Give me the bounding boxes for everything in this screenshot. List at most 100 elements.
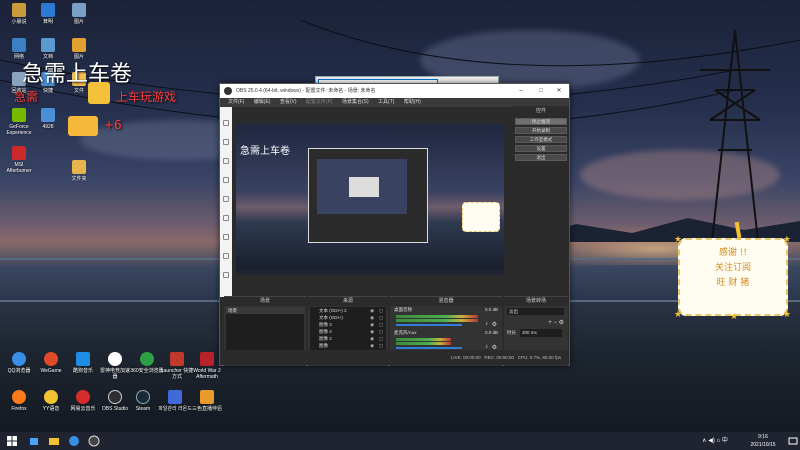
eye-icon[interactable]: ◉ [370,328,374,335]
eye-icon[interactable]: ◉ [370,321,374,328]
desktop-icon[interactable]: Steam [126,390,160,412]
star-icon: ★ [674,309,683,319]
lock-icon[interactable]: ▢ [379,342,383,349]
desktop-icon[interactable]: Firefox [2,390,36,412]
source-item[interactable]: 图像 ◉ ▢ [310,342,386,349]
desktop-icon[interactable]: 茸明 [31,3,65,25]
duration-input[interactable]: 300 ms [520,329,562,337]
eye-icon[interactable]: ◉ [370,342,374,349]
lock-icon[interactable]: ▢ [379,321,383,328]
notification-icon[interactable] [788,435,798,447]
wegame-icon [44,352,58,366]
desktop-icon[interactable]: 图片 [62,3,96,25]
obs-window[interactable]: OBS 25.0.4 (64-bit, windows) - 配置文件: 未命名… [219,83,570,366]
tool-icon[interactable] [223,234,229,240]
desktop-icon[interactable]: 4928 [31,108,65,130]
settings-button[interactable]: 设置 [515,145,567,152]
start-recording-button[interactable]: 开始录制 [515,127,567,134]
desktop-icon[interactable]: 파일관리 라온드 [158,390,192,412]
source-item[interactable]: 图像 4 ◉ ▢ [310,328,386,335]
source-item[interactable]: 文本 (GDI+) ◉ ▢ [310,314,386,321]
desktop-icon[interactable]: 酷狗音乐 [66,352,100,374]
maximize-button[interactable]: □ [533,84,549,98]
tool-icon[interactable] [223,215,229,221]
minimize-button[interactable]: – [513,84,529,98]
obs-titlebar[interactable]: OBS 25.0.4 (64-bit, windows) - 配置文件: 未命名… [220,84,569,98]
clock[interactable]: 9:16 2021/10/15 [742,432,784,450]
menu-help[interactable]: 帮助(H) [404,98,421,107]
menu-view[interactable]: 查看(V) [280,98,297,107]
desktop-icon[interactable]: YY语音 [34,390,68,412]
desktop-icon[interactable]: Launcher 快捷方式 [160,352,194,380]
banner-count: +6 [104,118,122,132]
gear-icon[interactable]: ⚙ [559,320,564,326]
desktop-icon-label: 酷狗音乐 [72,368,93,374]
obs-taskbar-icon[interactable] [88,435,100,447]
desktop-icon[interactable]: 雷神电竞加速器 [98,352,132,380]
lock-icon[interactable]: ▢ [379,314,383,321]
close-button[interactable]: ✕ [551,84,567,98]
transition-select[interactable]: 淡出 [507,308,564,315]
desktop-icon-label: MSI Afterburner [6,162,32,174]
source-label: 文本 (GDI+) [319,315,343,320]
tool-icon[interactable] [223,139,229,145]
source-item[interactable]: 图像 3 ◉ ▢ [310,321,386,328]
file-explorer-icon[interactable] [48,435,60,447]
eye-icon[interactable]: ◉ [370,335,374,342]
tool-icon[interactable] [223,177,229,183]
desktop-icon-label: 网易云音乐 [70,406,96,412]
thank-you-card: 感谢 !! 关注订阅 旺 财 猪 ★ ★ ★ ★ ★ [674,234,791,321]
source-item[interactable]: 图像 2 ◉ ▢ [310,335,386,342]
tool-icon[interactable] [223,272,229,278]
volume-icon[interactable]: ◀) [708,438,715,444]
menu-tools[interactable]: 工具(T) [378,98,394,107]
chevron-up-icon[interactable]: ∧ [702,438,706,444]
desktop-icon[interactable]: 三色直播伴侣 [190,390,224,412]
stop-streaming-button[interactable]: 停止推流 [515,118,567,125]
eye-icon[interactable]: ◉ [370,314,374,321]
transitions-title: 场景转场 [504,297,568,306]
tool-icon[interactable] [223,253,229,259]
kugou-icon [76,352,90,366]
browser-taskbar-icon[interactable] [68,435,80,447]
desktop-icon-label: 360安全浏览器 [130,368,164,374]
menu-scene-collection[interactable]: 场景集合(S) [342,98,369,107]
desktop-icon-label: 文件夹 [71,176,87,182]
desktop-icon[interactable]: MSI Afterburner [2,146,36,174]
desktop-icon[interactable]: 360安全浏览器 [130,352,164,374]
speaker-icon[interactable]: ♪ [485,321,488,327]
desktop-icon[interactable]: 文件夹 [62,160,96,182]
desktop-icon[interactable]: WeGame [34,352,68,374]
lock-icon[interactable]: ▢ [379,307,383,314]
gear-icon[interactable]: ⚙ [492,321,497,328]
lock-icon[interactable]: ▢ [379,328,383,335]
menu-file[interactable]: 文件(F) [228,98,244,107]
tool-icon[interactable] [223,196,229,202]
eye-icon[interactable]: ◉ [370,307,374,314]
desktop-icon[interactable]: QQ浏览器 [2,352,36,374]
lock-icon[interactable]: ▢ [379,335,383,342]
menu-edit[interactable]: 编辑(E) [254,98,271,107]
exit-button[interactable]: 退出 [515,154,567,161]
studio-mode-button[interactable]: 工作室模式 [515,136,567,143]
desktop-icon[interactable]: 网易云音乐 [66,390,100,412]
windows-start-icon[interactable] [6,435,18,447]
preview-canvas[interactable]: 急需上车卷 [236,124,504,275]
controls-panel: 控件 停止推流 开始录制 工作室模式 设置 退出 [513,106,569,296]
star-icon: ★ [782,309,791,319]
volume-slider[interactable] [396,324,463,326]
ime-indicator[interactable]: 中 [722,438,728,444]
banner-text: 急需 [14,90,39,104]
banner-coupon [68,116,98,136]
add-icon[interactable]: + [548,320,552,326]
settings-app-icon[interactable] [28,435,40,447]
tool-icon[interactable] [223,120,229,126]
star-icon: ★ [782,234,791,244]
tool-icon[interactable] [223,158,229,164]
volume-slider[interactable] [396,347,463,349]
network-tray-icon[interactable]: ⌂ [717,438,721,444]
scene-item[interactable]: 场景 [226,307,304,314]
menu-profile[interactable]: 配置文件(P) [306,98,333,107]
source-item[interactable]: 文本 (GDI+) 2 ◉ ▢ [310,307,386,314]
mixer-title: 混音器 [390,297,502,306]
